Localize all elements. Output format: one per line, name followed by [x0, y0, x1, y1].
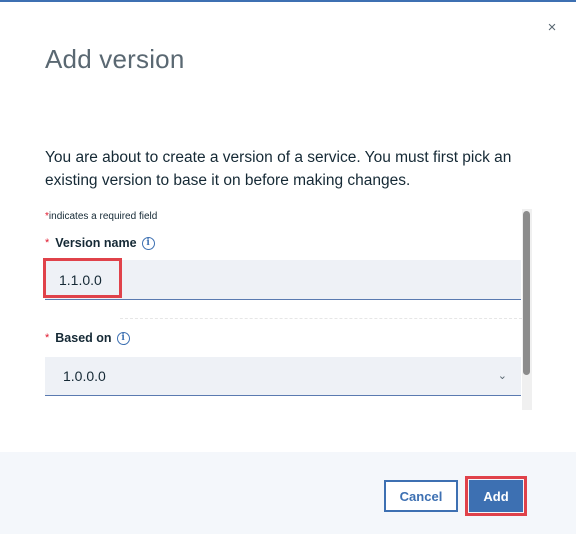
- required-asterisk: *: [45, 237, 50, 249]
- info-icon[interactable]: i: [141, 236, 155, 250]
- chevron-down-icon: ⌄: [497, 370, 507, 382]
- version-name-label-text: Version name: [55, 236, 137, 250]
- based-on-select[interactable]: 1.0.0.0 ⌄: [45, 357, 521, 396]
- info-icon[interactable]: i: [116, 331, 130, 345]
- divider: [120, 318, 522, 319]
- based-on-label: * Based on i: [45, 331, 130, 345]
- scrollbar-thumb[interactable]: [523, 211, 530, 375]
- based-on-selected-value: 1.0.0.0: [63, 368, 106, 384]
- required-asterisk: *: [45, 332, 50, 344]
- version-name-input[interactable]: [45, 260, 521, 300]
- based-on-label-text: Based on: [55, 331, 112, 345]
- version-name-label: * Version name i: [45, 236, 155, 250]
- dialog-description: You are about to create a version of a s…: [45, 149, 512, 189]
- cancel-button[interactable]: Cancel: [384, 480, 458, 512]
- add-button[interactable]: Add: [469, 480, 523, 512]
- required-field-note: *indicates a required field: [45, 211, 157, 222]
- dialog-title: Add version: [45, 44, 185, 74]
- top-accent-bar: [0, 0, 576, 2]
- close-icon[interactable]: ×: [541, 16, 563, 38]
- required-note-text: indicates a required field: [48, 211, 158, 222]
